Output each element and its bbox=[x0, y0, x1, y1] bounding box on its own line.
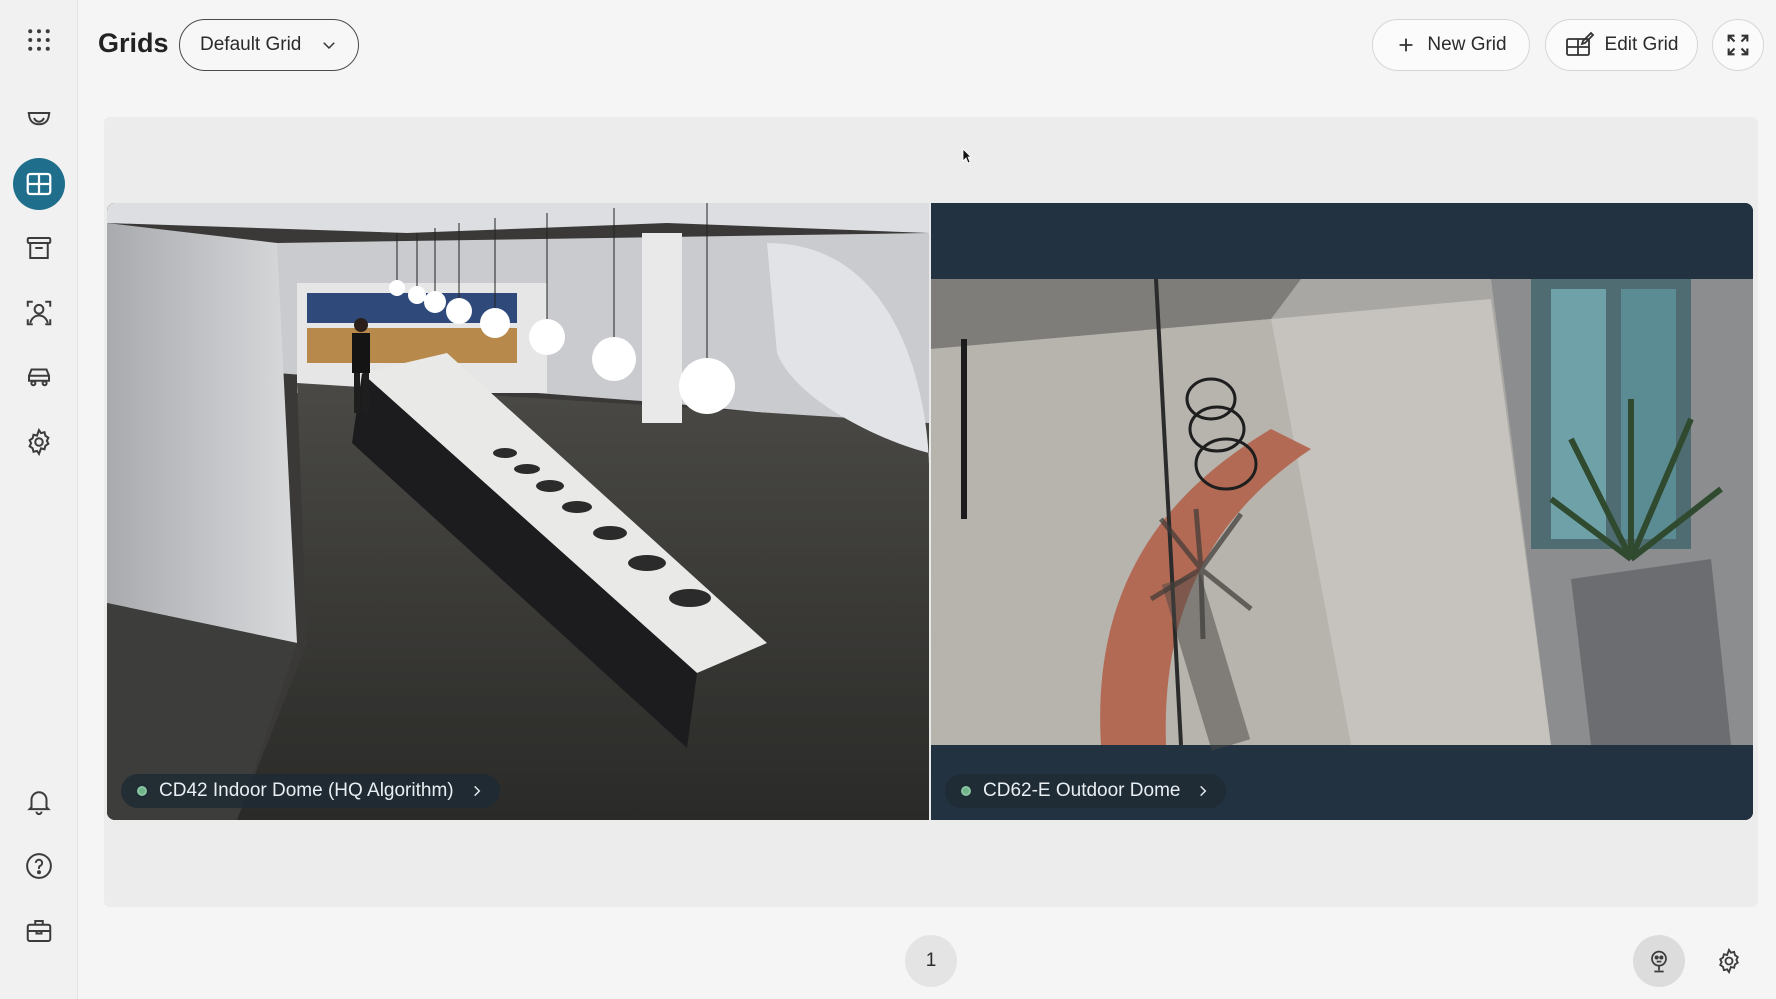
fullscreen-icon bbox=[1727, 34, 1749, 56]
page-title: Grids bbox=[98, 28, 169, 58]
chevron-down-icon bbox=[323, 42, 335, 50]
camera-name: CD42 Indoor Dome (HQ Algorithm) bbox=[159, 780, 454, 801]
camera-feed-indoor bbox=[107, 203, 929, 820]
grid-select-value: Default Grid bbox=[200, 34, 302, 55]
bell-icon[interactable] bbox=[13, 775, 65, 827]
grid-settings-button[interactable] bbox=[1703, 935, 1755, 987]
settings-icon bbox=[1719, 947, 1739, 975]
assistant-icon bbox=[1651, 950, 1667, 973]
status-online-indicator bbox=[135, 784, 149, 798]
toolbox-icon[interactable] bbox=[13, 905, 65, 957]
new-grid-button[interactable]: New Grid bbox=[1372, 19, 1530, 71]
chevron-right-icon bbox=[473, 785, 480, 797]
camera-label[interactable]: CD42 Indoor Dome (HQ Algorithm) bbox=[121, 774, 500, 808]
assistant-button[interactable] bbox=[1633, 935, 1685, 987]
people-icon[interactable] bbox=[13, 287, 65, 339]
apps-grid-icon[interactable] bbox=[13, 14, 65, 66]
plus-icon bbox=[1399, 38, 1413, 52]
edit-grid-button[interactable]: Edit Grid bbox=[1545, 19, 1698, 71]
grids-icon[interactable] bbox=[13, 158, 65, 210]
fullscreen-button[interactable] bbox=[1712, 19, 1764, 71]
camera-tile[interactable]: CD62-E Outdoor Dome bbox=[931, 203, 1753, 820]
grid-select-dropdown[interactable]: Default Grid bbox=[179, 19, 359, 71]
archive-icon[interactable] bbox=[13, 222, 65, 274]
edit-grid-icon bbox=[1565, 31, 1594, 56]
chevron-right-icon bbox=[1200, 785, 1207, 797]
camera-dome-icon[interactable] bbox=[13, 92, 65, 144]
page-number-button[interactable]: 1 bbox=[905, 935, 957, 987]
new-grid-label: New Grid bbox=[1427, 34, 1507, 55]
edit-grid-label: Edit Grid bbox=[1604, 34, 1679, 55]
help-icon[interactable] bbox=[13, 840, 65, 892]
sidebar bbox=[0, 0, 78, 999]
mouse-cursor-icon bbox=[962, 148, 972, 164]
camera-name: CD62-E Outdoor Dome bbox=[983, 780, 1181, 801]
camera-label[interactable]: CD62-E Outdoor Dome bbox=[945, 774, 1227, 808]
camera-feed-outdoor bbox=[931, 203, 1753, 820]
status-online-indicator bbox=[959, 784, 973, 798]
settings-icon[interactable] bbox=[13, 416, 65, 468]
vehicle-icon[interactable] bbox=[13, 351, 65, 403]
camera-tile[interactable]: CD42 Indoor Dome (HQ Algorithm) bbox=[107, 203, 929, 820]
